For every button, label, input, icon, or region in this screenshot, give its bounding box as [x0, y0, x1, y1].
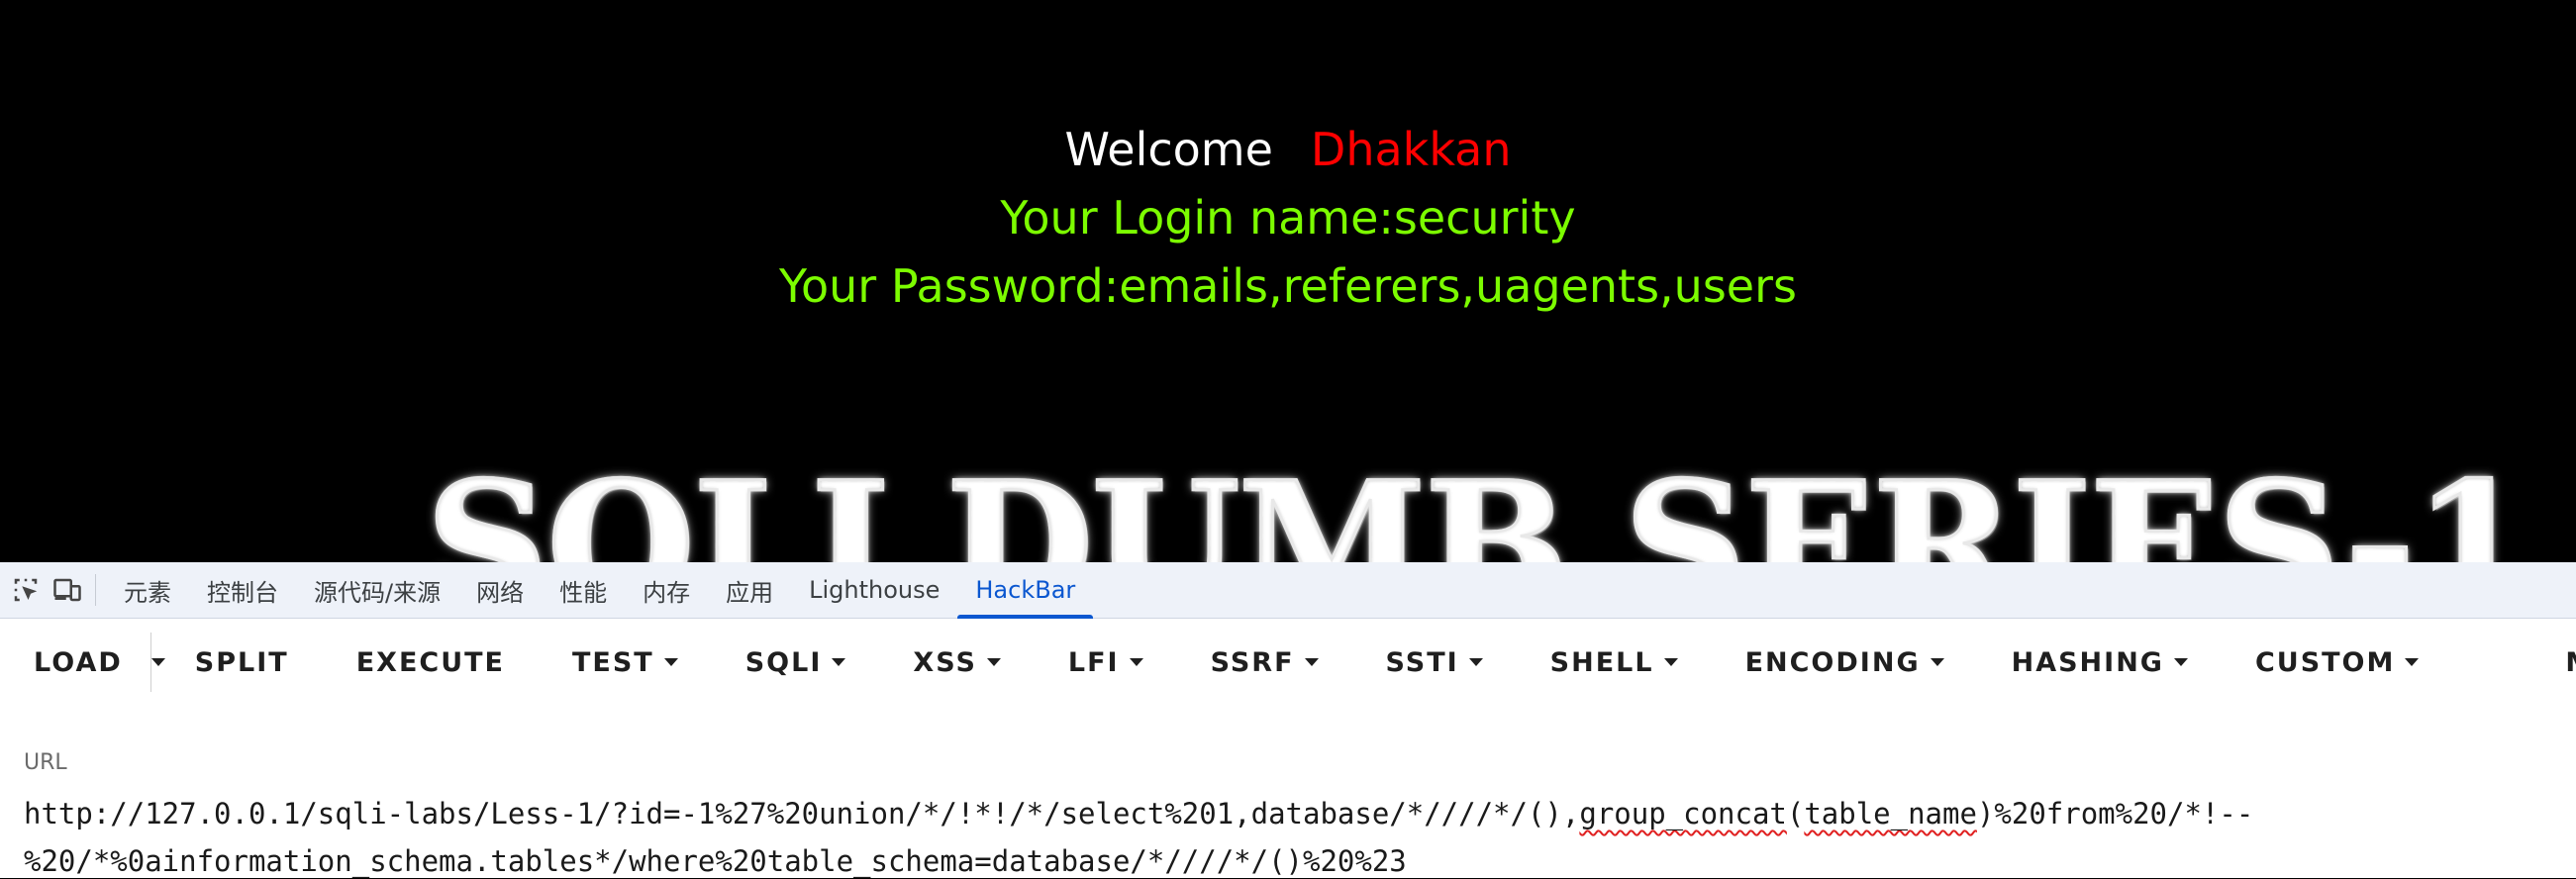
- devtools-tabbar: 元素 控制台 源代码/来源 网络 性能 内存 应用 Lighthouse Hac…: [0, 562, 2576, 619]
- user-name: Dhakkan: [1310, 123, 1512, 176]
- chevron-down-icon: [1468, 658, 1483, 666]
- mode-button[interactable]: MODE: [2531, 633, 2576, 692]
- shell-menu-button[interactable]: SHELL: [1517, 633, 1712, 692]
- load-label: LOAD: [34, 646, 123, 678]
- banner-logo: SQLI DUMB SERIES-1: [425, 442, 2534, 563]
- xss-label: XSS: [913, 646, 977, 678]
- load-button[interactable]: LOAD: [0, 633, 150, 692]
- url-text-misspelled: table_name: [1804, 797, 1977, 830]
- login-name-line: Your Login name:security: [1000, 191, 1576, 244]
- lfi-label: LFI: [1067, 646, 1120, 678]
- ssrf-menu-button[interactable]: SSRF: [1177, 633, 1352, 692]
- hackbar-toolbar: LOAD SPLIT EXECUTE TEST SQLI XSS LFI SSR…: [0, 618, 2576, 707]
- custom-label: CUSTOM: [2254, 646, 2396, 678]
- chevron-down-icon: [2173, 658, 2188, 666]
- sqli-label: SQLI: [744, 646, 823, 678]
- tab-sources[interactable]: 源代码/来源: [296, 562, 458, 618]
- password-line: Your Password:emails,referers,uagents,us…: [779, 259, 1797, 313]
- tab-performance[interactable]: 性能: [542, 562, 625, 618]
- load-dropdown-button[interactable]: [149, 633, 165, 692]
- custom-menu-button[interactable]: CUSTOM: [2222, 633, 2452, 692]
- tab-elements[interactable]: 元素: [106, 562, 189, 618]
- chevron-down-icon: [986, 658, 1001, 666]
- web-page: Welcome Dhakkan Your Login name:security …: [0, 0, 2576, 562]
- tabbar-divider: [95, 574, 96, 606]
- welcome-label: Welcome: [1064, 123, 1273, 176]
- mode-label: MODE: [2565, 647, 2576, 678]
- tab-network[interactable]: 网络: [458, 562, 542, 618]
- chevron-down-icon: [1304, 658, 1319, 666]
- chevron-down-icon: [1930, 658, 1944, 666]
- chevron-down-icon: [663, 658, 678, 666]
- device-toolbar-icon[interactable]: [48, 562, 87, 618]
- tab-console[interactable]: 控制台: [189, 562, 296, 618]
- url-text-line2: %20/*%0ainformation_schema.tables*/where…: [24, 844, 1407, 878]
- tab-hackbar[interactable]: HackBar: [957, 562, 1094, 619]
- hashing-label: HASHING: [2011, 646, 2164, 678]
- test-menu-button[interactable]: TEST: [539, 633, 712, 692]
- inspect-element-icon[interactable]: [6, 562, 46, 618]
- sqli-menu-button[interactable]: SQLI: [712, 633, 880, 692]
- url-input[interactable]: http://127.0.0.1/sqli-labs/Less-1/?id=-1…: [24, 790, 2558, 879]
- execute-label: EXECUTE: [355, 646, 505, 678]
- split-label: SPLIT: [194, 646, 289, 678]
- devtools-panel: 元素 控制台 源代码/来源 网络 性能 内存 应用 Lighthouse Hac…: [0, 562, 2576, 878]
- url-label: URL: [24, 750, 67, 775]
- chevron-down-icon: [150, 658, 165, 666]
- chevron-down-icon: [832, 658, 846, 666]
- execute-button[interactable]: EXECUTE: [323, 633, 539, 692]
- url-text-part: (: [1786, 797, 1805, 830]
- url-text-misspelled: group_concat: [1579, 797, 1787, 830]
- xss-menu-button[interactable]: XSS: [879, 633, 1035, 692]
- tab-lighthouse[interactable]: Lighthouse: [791, 562, 957, 618]
- welcome-line: Welcome Dhakkan: [0, 123, 2576, 176]
- ssrf-label: SSRF: [1210, 646, 1295, 678]
- chevron-down-icon: [1129, 658, 1143, 666]
- url-text-part: http://127.0.0.1/sqli-labs/Less-1/?id=-1…: [24, 797, 1580, 830]
- ssti-menu-button[interactable]: SSTI: [1352, 633, 1517, 692]
- split-button[interactable]: SPLIT: [165, 633, 323, 692]
- lfi-menu-button[interactable]: LFI: [1035, 633, 1177, 692]
- chevron-down-icon: [1663, 658, 1678, 666]
- shell-label: SHELL: [1549, 646, 1654, 678]
- test-label: TEST: [572, 646, 654, 678]
- encoding-menu-button[interactable]: ENCODING: [1712, 633, 1978, 692]
- tab-application[interactable]: 应用: [708, 562, 791, 618]
- chevron-down-icon: [2405, 658, 2420, 666]
- tab-memory[interactable]: 内存: [625, 562, 708, 618]
- encoding-label: ENCODING: [1744, 646, 1921, 678]
- url-text-part: )%20from%20/*!--: [1976, 797, 2254, 830]
- hashing-menu-button[interactable]: HASHING: [1978, 633, 2222, 692]
- ssti-label: SSTI: [1385, 646, 1459, 678]
